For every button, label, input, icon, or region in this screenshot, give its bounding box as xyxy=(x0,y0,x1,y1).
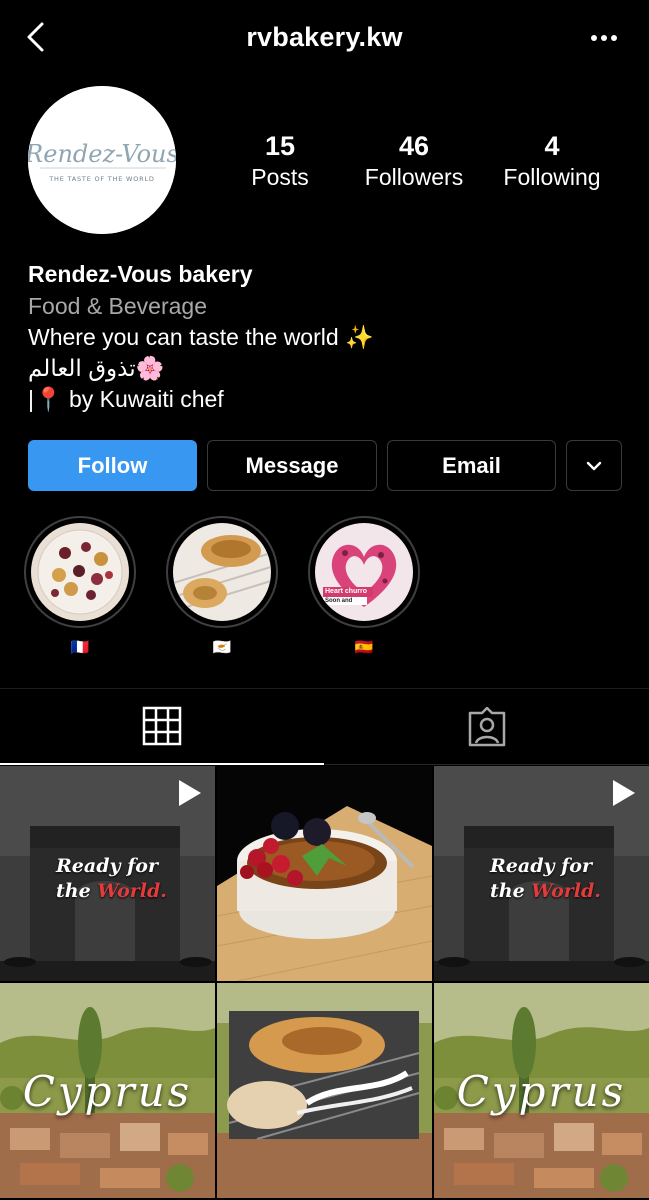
followers-stat[interactable]: 46 Followers xyxy=(344,130,484,192)
post-overlay-text: Ready for the World. xyxy=(56,854,167,904)
post-image-creme-brulee xyxy=(217,766,432,981)
post-thumbnail[interactable]: Ready for the World. xyxy=(0,766,215,981)
highlight-ring: Heart churro Soon and xyxy=(308,516,420,628)
grid-icon xyxy=(142,706,182,746)
highlight-ring xyxy=(166,516,278,628)
highlight-overlay-title: Heart churro xyxy=(325,588,368,595)
follow-button[interactable]: Follow xyxy=(28,440,197,491)
posts-label: Posts xyxy=(251,164,309,190)
chevron-down-icon xyxy=(586,461,602,470)
post-thumbnail[interactable]: Cyprus xyxy=(434,983,649,1198)
profile-username: rvbakery.kw xyxy=(246,22,403,52)
video-play-icon xyxy=(179,780,201,806)
post-text-line1: Ready for xyxy=(490,855,592,877)
post-text-the: the xyxy=(490,880,532,902)
post-text-world: World. xyxy=(97,880,167,902)
story-highlight-spain[interactable]: Heart churro Soon and 🇪🇸 xyxy=(308,516,420,660)
following-stat[interactable]: 4 Following xyxy=(482,130,622,192)
post-thumbnail[interactable] xyxy=(217,766,432,981)
bakery-logo: Rendez-Vous THE TASTE OF THE WORLD xyxy=(28,86,176,234)
highlight-label-france: 🇫🇷 xyxy=(70,639,90,656)
post-overlay-text: Cyprus xyxy=(456,1067,627,1116)
post-text-world: World. xyxy=(531,880,601,902)
highlight-cover-churro-heart: Heart churro Soon and xyxy=(315,523,413,621)
posts-grid: Ready for the World. Ready for the World… xyxy=(0,766,649,1200)
svg-text:Rendez-Vous: Rendez-Vous xyxy=(28,140,176,168)
post-image-pies xyxy=(217,983,432,1198)
post-text-the: the xyxy=(56,880,98,902)
post-thumbnail[interactable]: Cyprus xyxy=(0,983,215,1198)
post-thumbnail[interactable] xyxy=(217,983,432,1198)
suggested-accounts-button[interactable] xyxy=(566,440,622,491)
bio-line-3: |📍 by Kuwaiti chef xyxy=(28,386,224,412)
highlight-label-spain: 🇪🇸 xyxy=(354,639,374,656)
bio-line-1: Where you can taste the world ✨ xyxy=(28,324,374,350)
post-overlay-text: Cyprus xyxy=(22,1067,193,1116)
highlight-cover-pies xyxy=(173,523,271,621)
profile-category: Food & Beverage xyxy=(28,293,208,319)
highlight-ring xyxy=(24,516,136,628)
bio-line-2: تذوق العالم🌸 xyxy=(28,355,165,381)
following-count: 4 xyxy=(544,131,560,161)
top-bar: rvbakery.kw xyxy=(0,0,649,78)
profile-tabs xyxy=(0,688,649,765)
svg-text:THE TASTE OF THE WORLD: THE TASTE OF THE WORLD xyxy=(48,175,154,183)
tagged-person-icon xyxy=(468,706,506,746)
followers-count: 46 xyxy=(398,131,430,161)
profile-stats: 15 Posts 46 Followers 4 Following xyxy=(210,130,630,200)
story-highlight-france[interactable]: 🇫🇷 xyxy=(24,516,136,660)
highlight-cover-pastries xyxy=(31,523,129,621)
more-horizontal-icon[interactable] xyxy=(589,26,619,50)
story-highlight-cyprus[interactable]: 🇨🇾 xyxy=(166,516,278,660)
video-play-icon xyxy=(613,780,635,806)
tab-tagged[interactable] xyxy=(325,689,649,765)
message-button[interactable]: Message xyxy=(207,440,377,491)
highlight-overlay-sub: Soon and xyxy=(325,598,353,604)
profile-avatar[interactable]: Rendez-Vous THE TASTE OF THE WORLD xyxy=(28,86,176,234)
post-text-line1: Ready for xyxy=(56,855,158,877)
followers-label: Followers xyxy=(364,164,464,190)
email-button[interactable]: Email xyxy=(387,440,556,491)
following-label: Following xyxy=(503,164,601,190)
posts-count: 15 xyxy=(264,131,296,161)
posts-stat[interactable]: 15 Posts xyxy=(210,130,350,192)
highlight-label-cyprus: 🇨🇾 xyxy=(212,639,232,656)
post-thumbnail[interactable]: Ready for the World. xyxy=(434,766,649,981)
post-overlay-text: Ready for the World. xyxy=(490,854,601,904)
tab-posts-grid[interactable] xyxy=(0,689,324,765)
profile-display-name: Rendez-Vous bakery xyxy=(28,261,253,287)
profile-bio: Rendez-Vous bakery Food & Beverage Where… xyxy=(28,258,628,415)
